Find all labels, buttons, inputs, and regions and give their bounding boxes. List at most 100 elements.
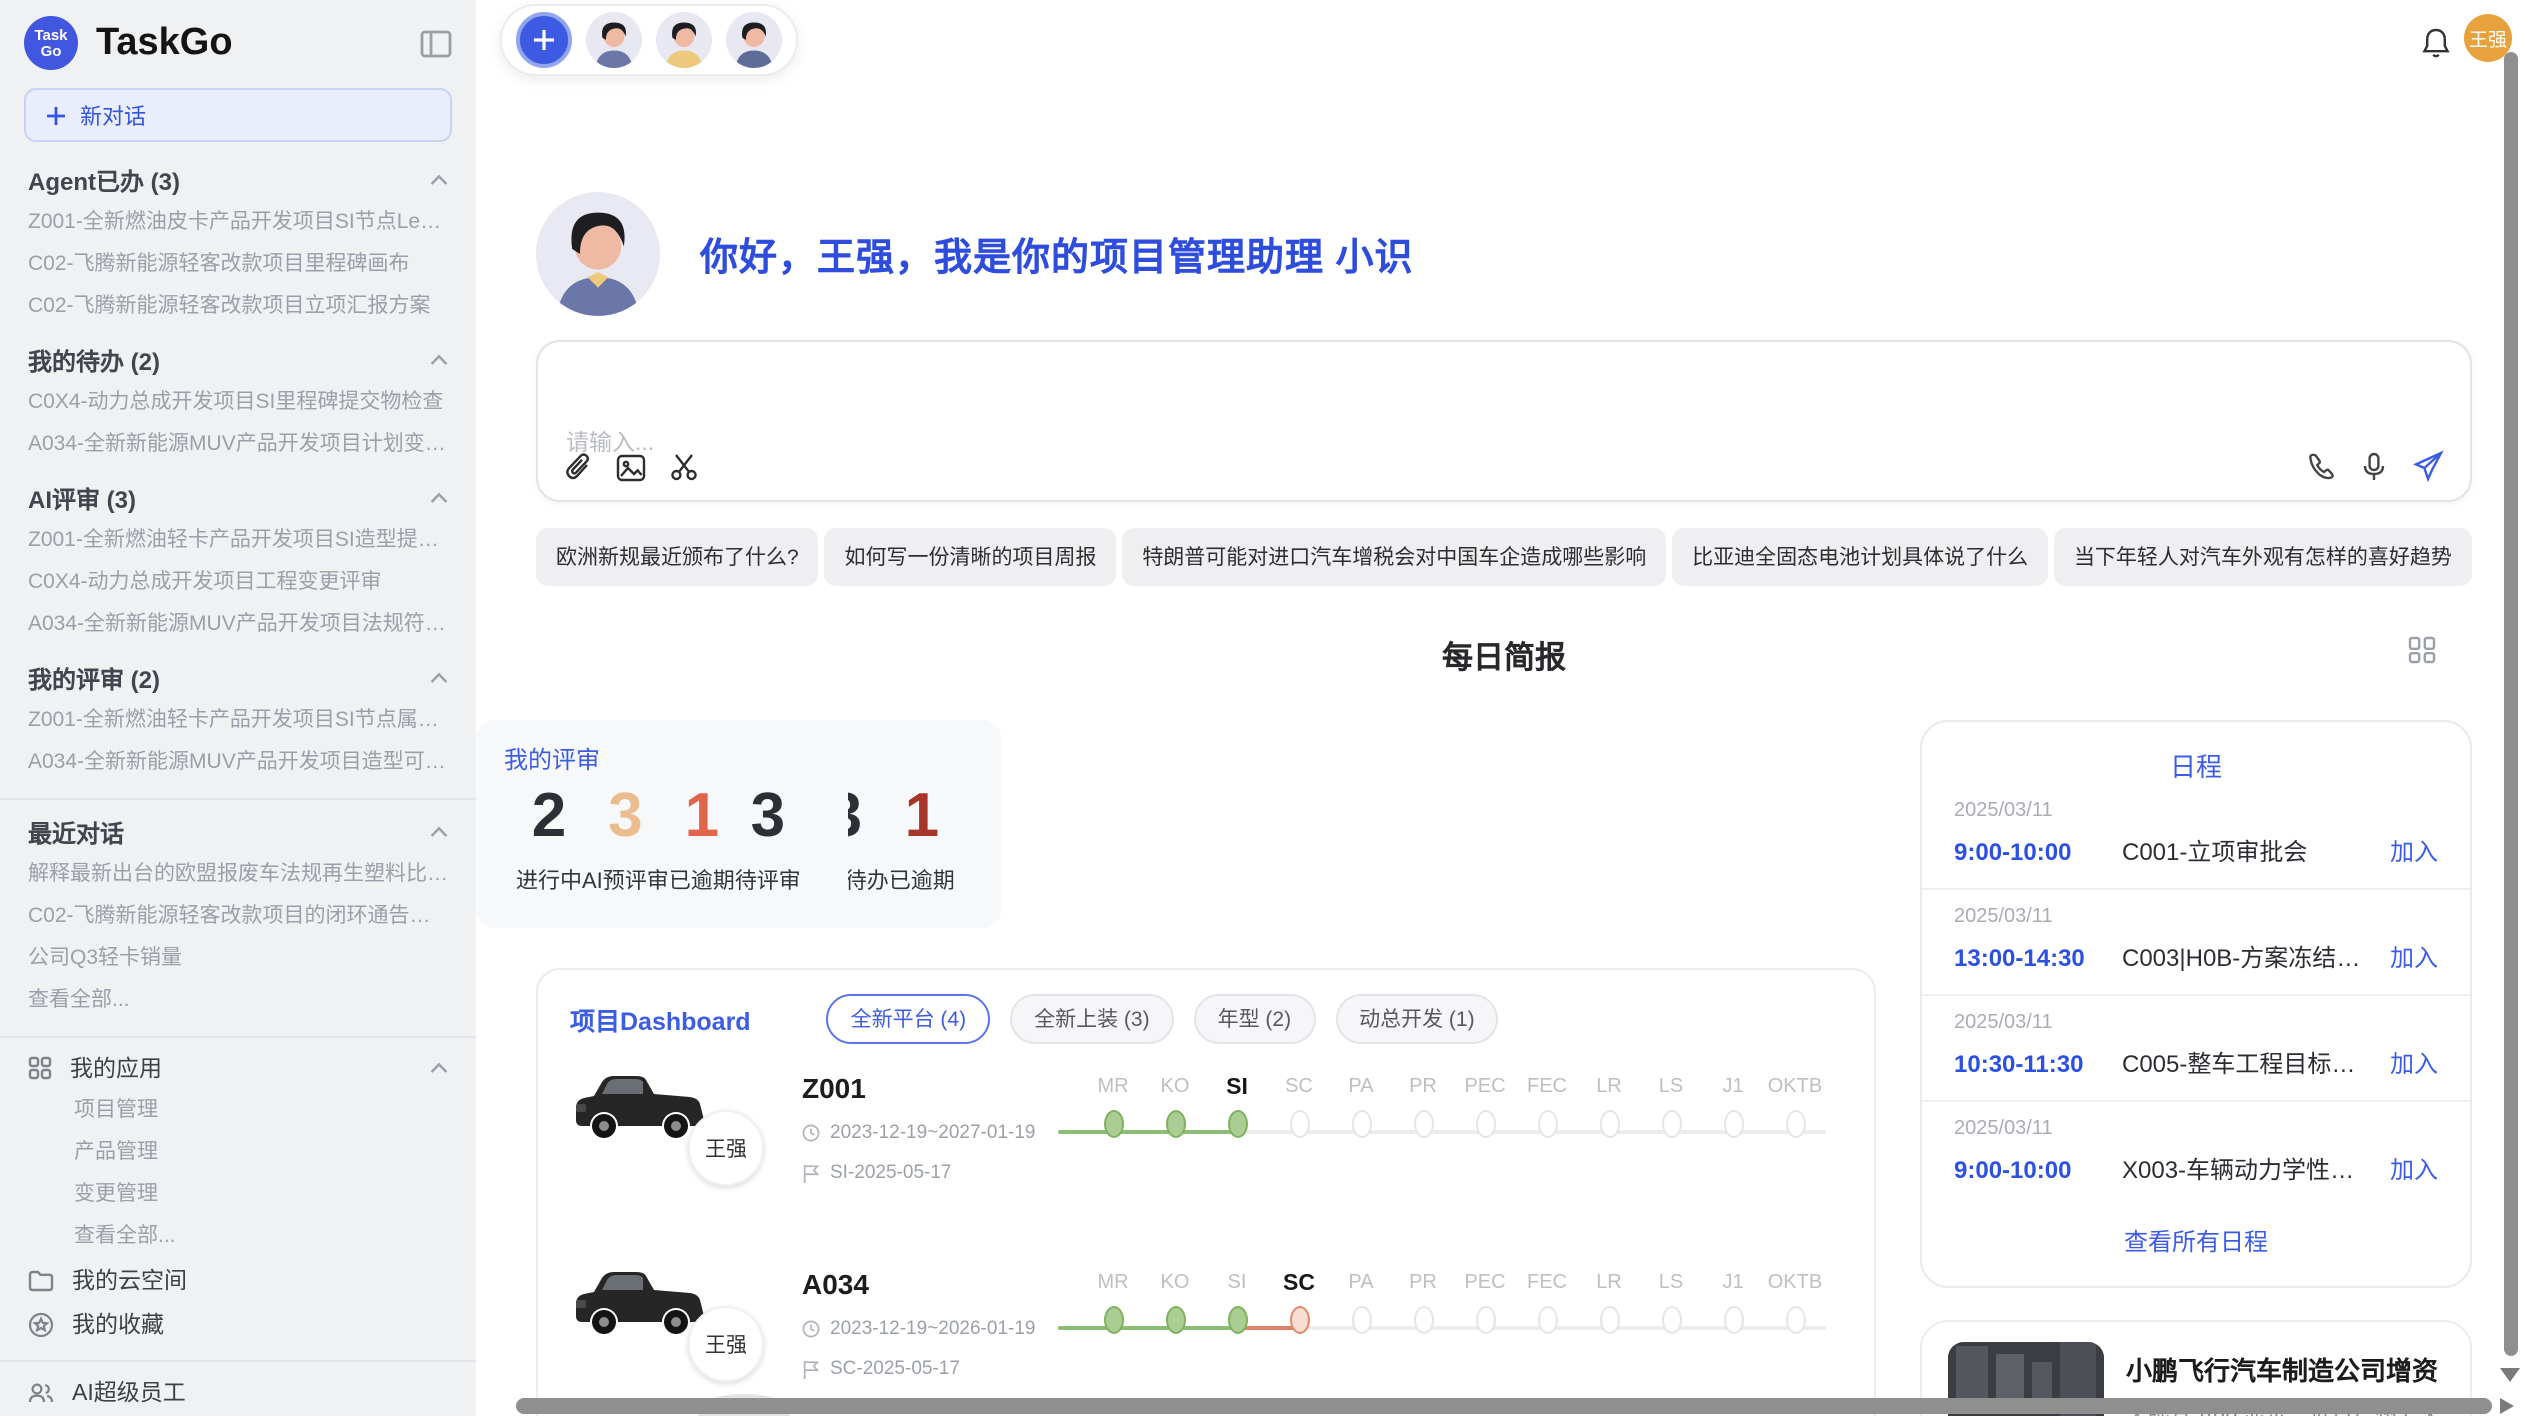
section-label: 最近对话	[28, 815, 124, 849]
milestone-dot[interactable]	[1475, 1306, 1495, 1334]
agent-avatar[interactable]	[656, 12, 712, 68]
vertical-scrollbar[interactable]	[2504, 52, 2518, 1356]
join-link[interactable]: 加入	[2390, 1046, 2438, 1080]
dashboard-header: 项目Dashboard 全新平台 (4)全新上装 (3)年型 (2)动总开发 (…	[538, 970, 1874, 1056]
milestone-dot[interactable]	[1413, 1306, 1433, 1334]
sidebar-task-item[interactable]: C0X4-动力总成开发项目SI里程碑提交物检查	[28, 382, 448, 424]
milestone-dot[interactable]	[1475, 1110, 1495, 1138]
owner-badge[interactable]: 王强	[688, 1306, 764, 1382]
sidebar-task-item[interactable]: Z001-全新燃油轻卡产品开发项目SI造型提交物评审	[28, 520, 448, 562]
suggestion-chip[interactable]: 比亚迪全固态电池计划具体说了什么	[1672, 528, 2048, 586]
milestone: J1	[1702, 1072, 1764, 1104]
sidebar-task-item[interactable]: Z001-全新燃油皮卡产品开发项目SI节点Lesson Learn报告	[28, 202, 448, 244]
phone-icon[interactable]	[2308, 452, 2336, 480]
milestone: KO	[1144, 1072, 1206, 1104]
milestone-dot[interactable]	[1227, 1306, 1247, 1334]
project-row[interactable]: 王强 A034 2023-12-19~2026-01-19 SC-2025-05…	[538, 1252, 1874, 1416]
sidebar-section-header[interactable]: AI评审 (3)	[28, 476, 448, 520]
join-link[interactable]: 加入	[2390, 834, 2438, 868]
sidebar-section-header[interactable]: Agent已办 (3)	[28, 158, 448, 202]
sidebar-task-item[interactable]: A034-全新新能源MUV产品开发项目造型可行性评审	[28, 742, 448, 784]
milestone-dot[interactable]	[1537, 1110, 1557, 1138]
sidebar-task-item[interactable]: C0X4-动力总成开发项目工程变更评审	[28, 562, 448, 604]
chat-composer[interactable]: 请输入...	[536, 340, 2472, 502]
scroll-right-arrow[interactable]	[2500, 1398, 2514, 1414]
sidebar-section-header[interactable]: 我的待办 (2)	[28, 338, 448, 382]
milestone-dot[interactable]	[1599, 1306, 1619, 1334]
milestone-dot[interactable]	[1103, 1306, 1123, 1334]
app-sub-item[interactable]: 查看全部...	[0, 1216, 476, 1258]
milestone-dot[interactable]	[1165, 1306, 1185, 1334]
recent-chat-item[interactable]: 解释最新出台的欧盟报废车法规再生塑料比例被调至15%...	[28, 854, 448, 896]
milestone-dot[interactable]	[1537, 1306, 1557, 1334]
milestone-dot[interactable]	[1289, 1110, 1309, 1138]
suggestion-chip[interactable]: 如何写一份清晰的项目周报	[825, 528, 1117, 586]
milestone-dot[interactable]	[1289, 1306, 1309, 1334]
sidebar-collapse-icon[interactable]	[420, 29, 452, 57]
milestone-dot[interactable]	[1351, 1306, 1371, 1334]
recent-chats-header[interactable]: 最近对话	[28, 810, 448, 854]
recent-chat-item[interactable]: C02-飞腾新能源轻客改款项目的闭环通告反馈情况	[28, 896, 448, 938]
send-icon[interactable]	[2412, 450, 2444, 482]
layout-grid-icon[interactable]	[2408, 636, 2436, 664]
app-sub-item[interactable]: 项目管理	[0, 1090, 476, 1132]
sidebar-task-item[interactable]: A034-全新新能源MUV产品开发项目计划变更表编写	[28, 424, 448, 466]
milestone-dot[interactable]	[1785, 1110, 1805, 1138]
milestone-dot[interactable]	[1165, 1110, 1185, 1138]
mic-icon[interactable]	[2362, 451, 2386, 481]
join-link[interactable]: 加入	[2390, 940, 2438, 974]
app-sub-item[interactable]: 变更管理	[0, 1174, 476, 1216]
sidebar-item-favorites[interactable]: 我的收藏	[0, 1302, 476, 1346]
milestone-dot[interactable]	[1661, 1306, 1681, 1334]
filter-pill[interactable]: 动总开发 (1)	[1335, 994, 1499, 1044]
scroll-down-arrow[interactable]	[2500, 1368, 2520, 1382]
app-sub-item[interactable]: 产品管理	[0, 1132, 476, 1174]
agent-avatar[interactable]	[586, 12, 642, 68]
chevron-up-icon[interactable]	[430, 492, 448, 504]
paperclip-icon[interactable]	[564, 452, 592, 482]
suggestion-chip[interactable]: 当下年轻人对汽车外观有怎样的喜好趋势	[2054, 528, 2472, 586]
add-agent-button[interactable]	[516, 12, 572, 68]
sidebar-task-item[interactable]: A034-全新新能源MUV产品开发项目法规符合性评审	[28, 604, 448, 646]
chevron-up-icon[interactable]	[430, 354, 448, 366]
sidebar-task-item[interactable]: C02-飞腾新能源轻客改款项目立项汇报方案	[28, 286, 448, 328]
project-row[interactable]: 王强 Z001 2023-12-19~2027-01-19 SI-2025-05…	[538, 1056, 1874, 1252]
sidebar-item-cloud-space[interactable]: 我的云空间	[0, 1258, 476, 1302]
horizontal-scrollbar[interactable]	[516, 1398, 2492, 1414]
suggestion-chip[interactable]: 特朗普可能对进口汽车增税会对中国车企造成哪些影响	[1122, 528, 1666, 586]
milestone-dot[interactable]	[1785, 1306, 1805, 1334]
recent-view-all[interactable]: 查看全部...	[28, 980, 448, 1022]
scissors-icon[interactable]	[670, 452, 700, 482]
milestone-dot[interactable]	[1413, 1110, 1433, 1138]
sidebar-section-header[interactable]: 我的评审 (2)	[28, 656, 448, 700]
milestone-dot[interactable]	[1103, 1110, 1123, 1138]
join-link[interactable]: 加入	[2390, 1152, 2438, 1186]
sidebar-task-item[interactable]: Z001-全新燃油轻卡产品开发项目SI节点属性5D文件评审	[28, 700, 448, 742]
filter-pill[interactable]: 全新上装 (3)	[1010, 994, 1174, 1044]
chevron-up-icon[interactable]	[430, 174, 448, 186]
milestone-dot[interactable]	[1351, 1110, 1371, 1138]
suggestion-chip[interactable]: 欧洲新规最近颁布了什么?	[536, 528, 819, 586]
milestone-dot[interactable]	[1661, 1110, 1681, 1138]
chevron-up-icon[interactable]	[430, 826, 448, 838]
sidebar-task-item[interactable]: C02-飞腾新能源轻客改款项目里程碑画布	[28, 244, 448, 286]
view-all-schedule-link[interactable]: 查看所有日程	[1922, 1224, 2470, 1258]
owner-badge[interactable]: 王强	[688, 1110, 764, 1186]
milestone-dot[interactable]	[1599, 1110, 1619, 1138]
chevron-up-icon[interactable]	[430, 1062, 448, 1074]
filter-pill[interactable]: 年型 (2)	[1194, 994, 1316, 1044]
image-icon[interactable]	[616, 453, 646, 481]
sidebar-item-ai-staff[interactable]: AI超级员工	[0, 1370, 476, 1414]
filter-pill[interactable]: 全新平台 (4)	[827, 994, 991, 1044]
recent-chat-item[interactable]: 公司Q3轻卡销量	[28, 938, 448, 980]
new-chat-button[interactable]: 新对话	[24, 88, 452, 142]
sidebar-item-my-apps[interactable]: 我的应用	[0, 1046, 476, 1090]
project-code: A034	[802, 1268, 1062, 1300]
agent-avatar[interactable]	[726, 12, 782, 68]
milestone-dot[interactable]	[1723, 1306, 1743, 1334]
milestone-dot[interactable]	[1227, 1110, 1247, 1138]
flag-icon	[802, 1359, 820, 1379]
bell-icon[interactable]	[2420, 26, 2452, 60]
milestone-dot[interactable]	[1723, 1110, 1743, 1138]
chevron-up-icon[interactable]	[430, 672, 448, 684]
